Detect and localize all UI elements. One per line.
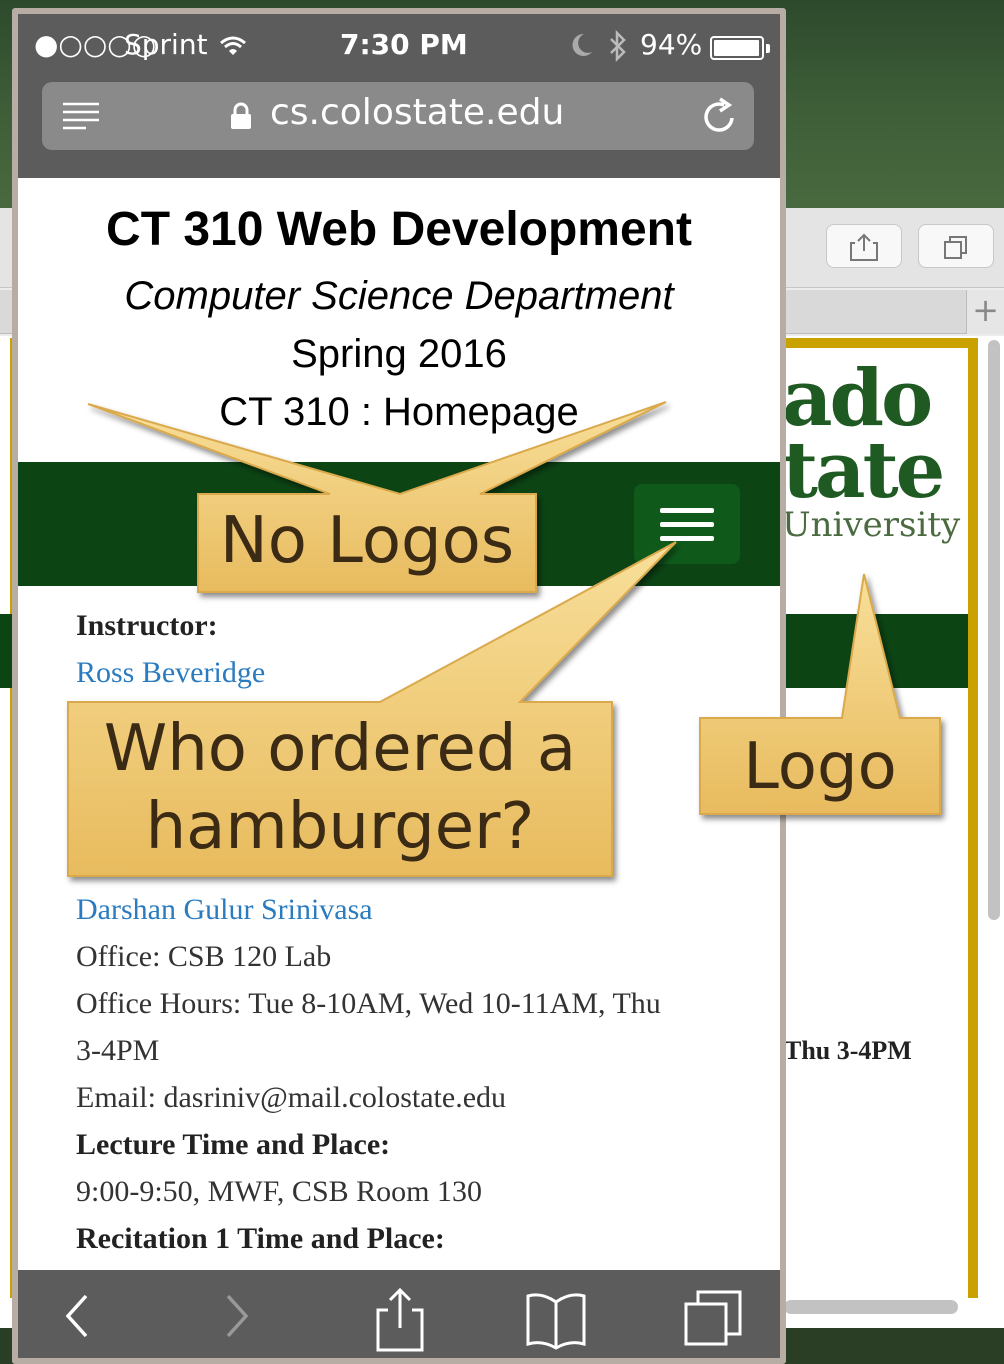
site-term: Spring 2016 xyxy=(291,332,507,376)
bookmarks-icon[interactable] xyxy=(524,1286,588,1356)
instructor-link[interactable]: Ross Beveridge xyxy=(76,649,265,696)
bluetooth-icon xyxy=(608,29,628,66)
hamburger-line xyxy=(660,536,714,541)
back-icon[interactable] xyxy=(58,1286,98,1350)
wifi-icon xyxy=(220,36,246,60)
no-logos-callout-text: No Logos xyxy=(219,504,515,578)
hamburger-line xyxy=(660,508,714,513)
desktop-vertical-scrollbar[interactable] xyxy=(988,340,1000,920)
forward-icon[interactable] xyxy=(216,1286,256,1350)
desktop-share-button[interactable] xyxy=(826,224,902,268)
url-text[interactable]: cs.colostate.edu xyxy=(270,92,564,133)
phone-screen: ●○○○○ Sprint 7:30 PM 94% cs.colostate.ed… xyxy=(12,8,786,1364)
reload-icon[interactable] xyxy=(702,96,738,140)
logo-text-line2: tate xyxy=(782,425,945,516)
csu-logo: ado tate University xyxy=(782,360,962,560)
reader-mode-icon[interactable] xyxy=(62,102,100,134)
ta-office-hours-cont: 3-4PM xyxy=(76,1034,160,1067)
ta-email: Email: dasriniv@mail.colostate.edu xyxy=(76,1081,507,1114)
share-icon[interactable] xyxy=(372,1286,428,1356)
desktop-hours-fragment: Thu 3-4PM xyxy=(784,1036,912,1065)
status-bar: ●○○○○ Sprint 7:30 PM 94% xyxy=(18,14,780,78)
desktop-tabs-button[interactable] xyxy=(918,224,994,268)
ta-office: Office: CSB 120 Lab xyxy=(76,940,332,973)
lecture-value: 9:00-9:50, MWF, CSB Room 130 xyxy=(76,1175,482,1208)
tabs-icon xyxy=(944,236,967,259)
battery-percentage: 94% xyxy=(640,28,703,61)
ta-office-hours: Office Hours: Tue 8-10AM, Wed 10-11AM, T… xyxy=(76,987,661,1020)
hamburger-callout-text-line1: Who ordered a xyxy=(103,712,577,786)
lecture-label: Lecture Time and Place: xyxy=(76,1128,391,1161)
desktop-new-tab-button[interactable]: + xyxy=(966,290,1004,334)
site-title: CT 310 Web Development xyxy=(106,203,692,256)
recitation-label: Recitation 1 Time and Place: xyxy=(76,1222,445,1255)
clock: 7:30 PM xyxy=(340,28,468,61)
carrier-name: Sprint xyxy=(124,28,208,61)
battery-icon xyxy=(710,36,764,60)
battery-tip xyxy=(766,44,770,53)
site-page-name: CT 310 : Homepage xyxy=(219,390,579,434)
browser-bottom-toolbar xyxy=(18,1270,780,1358)
hamburger-callout-text-line2: hamburger? xyxy=(145,790,535,864)
instructor-label: Instructor: xyxy=(76,609,218,642)
browser-toolbar: cs.colostate.edu xyxy=(18,78,780,178)
hamburger-menu-button[interactable] xyxy=(634,484,740,564)
hamburger-line xyxy=(660,522,714,527)
address-bar[interactable]: cs.colostate.edu xyxy=(42,82,754,150)
desktop-navbar xyxy=(778,614,968,688)
battery-level-fill xyxy=(714,40,759,56)
share-icon xyxy=(850,233,878,261)
tabs-icon[interactable] xyxy=(682,1286,746,1356)
ta-link[interactable]: Darshan Gulur Srinivasa xyxy=(76,886,373,933)
do-not-disturb-icon xyxy=(570,32,594,62)
site-subtitle: Computer Science Department xyxy=(124,274,674,318)
logo-text-line3: University xyxy=(782,505,961,545)
logo-callout-text: Logo xyxy=(743,730,897,804)
desktop-horizontal-scrollbar[interactable] xyxy=(784,1300,958,1314)
lock-icon xyxy=(230,102,252,134)
